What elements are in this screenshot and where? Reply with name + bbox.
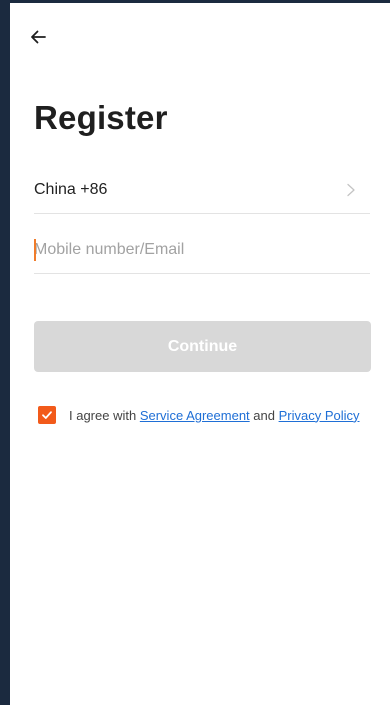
arrow-left-icon	[31, 30, 46, 44]
checkmark-icon	[42, 411, 52, 419]
agreement-prefix-text: I agree with	[69, 407, 140, 423]
chevron-right-icon	[347, 183, 355, 197]
country-label: China +86	[34, 181, 108, 198]
register-screen: Register China +86 Continue I agree with…	[10, 3, 390, 705]
text-cursor	[34, 239, 36, 261]
page-title: Register	[34, 99, 168, 136]
agree-checkbox[interactable]	[38, 406, 56, 424]
agreement-middle-text: and	[249, 407, 279, 423]
country-selector[interactable]: China +86	[34, 167, 370, 214]
service-agreement-link[interactable]: Service Agreement	[140, 408, 250, 423]
privacy-policy-link[interactable]: Privacy Policy	[279, 408, 360, 423]
continue-button[interactable]: Continue	[34, 321, 371, 372]
agreement-row: I agree with Service Agreement and Priva…	[38, 406, 360, 424]
back-button[interactable]	[26, 25, 50, 49]
account-field-row	[34, 225, 370, 274]
mobile-email-input[interactable]	[34, 237, 364, 263]
